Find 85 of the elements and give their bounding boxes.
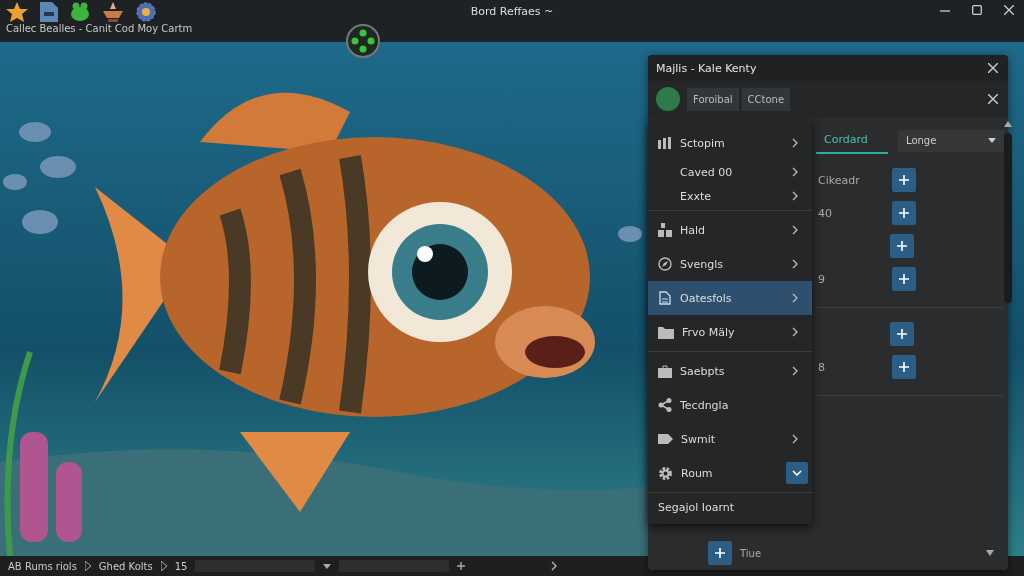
panel-title: Majlis - Kale Kenty [656, 61, 757, 75]
blocks-icon [658, 223, 672, 237]
add-button[interactable] [890, 322, 914, 346]
chevron-right-icon [792, 366, 798, 376]
scrollbar-thumb[interactable] [1004, 133, 1012, 303]
status-text: Ghed Kolts [98, 560, 153, 572]
file-icon[interactable] [40, 2, 58, 22]
plus-icon [896, 240, 908, 252]
caret-icon [988, 138, 996, 143]
tab[interactable]: Cordard [816, 127, 888, 154]
bowl-icon[interactable] [102, 2, 124, 22]
plus-icon [898, 207, 910, 219]
footer-label: Tiue [740, 547, 762, 559]
frog-icon[interactable] [70, 2, 90, 22]
menu-item[interactable]: Saebpts [648, 354, 812, 388]
menu-item[interactable]: Svengls [648, 247, 812, 281]
chevron-down-icon [792, 470, 802, 476]
add-button[interactable] [890, 234, 914, 258]
menu-item[interactable]: Frvo Mäly [648, 315, 812, 349]
columns-icon [658, 137, 672, 149]
document-icon [658, 291, 672, 305]
add-button[interactable] [892, 201, 916, 225]
small-fish [22, 210, 58, 234]
add-button[interactable] [892, 267, 916, 291]
chevron-right-icon [792, 167, 798, 177]
menu-item[interactable]: Swmit [648, 422, 812, 456]
caret-icon[interactable] [323, 563, 332, 569]
avatar [656, 87, 680, 111]
small-fish [618, 226, 642, 242]
gamepad-icon[interactable] [346, 24, 380, 58]
close-icon[interactable] [1004, 5, 1014, 15]
chevron-right-icon [792, 259, 798, 269]
chevron-right-icon [792, 138, 798, 148]
plus-icon[interactable] [457, 562, 466, 570]
close-icon[interactable] [988, 94, 998, 104]
row-label: 8 [817, 360, 826, 374]
small-fish [40, 156, 76, 178]
toolbar-button[interactable]: CCtone [741, 87, 791, 111]
chevron-right-icon [792, 191, 798, 201]
plus-icon [898, 174, 910, 186]
menu-footer[interactable]: Segajol Ioarnt [648, 493, 812, 524]
add-button[interactable] [892, 168, 916, 192]
compass-icon [658, 257, 672, 271]
bag-icon [658, 364, 672, 378]
chevron-right-icon [792, 293, 798, 303]
window-subtitle: Callec Bealles - Canit Cod Moy Cartm [6, 23, 194, 34]
scroll-up-icon[interactable] [1004, 121, 1012, 127]
toolbar-button[interactable]: Foroibal [687, 87, 739, 111]
row-label: Cikeadr [817, 173, 861, 187]
plus-icon [896, 328, 908, 340]
chevron-right-icon [792, 327, 798, 337]
settings-icon [658, 465, 673, 481]
menu-item[interactable]: Hald [648, 213, 812, 247]
folder-icon [658, 325, 674, 339]
dropdown[interactable]: Longe [898, 129, 1004, 152]
menu-item[interactable]: Sctopim [648, 126, 812, 160]
menu-item[interactable]: Caved 00 [648, 160, 812, 184]
chevron-right-icon [551, 561, 558, 571]
status-text: AB Rums riols [8, 560, 77, 572]
menu-item[interactable]: Oatesfols [648, 281, 812, 315]
window-title: Bord Reffaes ~ [470, 4, 554, 18]
flower-icon[interactable] [136, 2, 156, 22]
row-label: 40 [817, 206, 833, 220]
add-button[interactable] [708, 541, 732, 565]
plus-icon [714, 547, 726, 559]
small-fish [3, 174, 27, 190]
chevron-right-icon [792, 225, 798, 235]
chevron-right-icon [792, 434, 798, 444]
play-icon[interactable] [84, 561, 91, 571]
menu-item[interactable]: Roum [648, 456, 812, 490]
close-icon[interactable] [988, 63, 998, 73]
star-icon[interactable] [6, 2, 28, 22]
plus-icon [898, 361, 910, 373]
status-text: 15 [174, 560, 188, 572]
maximize-icon[interactable] [972, 5, 982, 15]
expand-button[interactable] [786, 462, 808, 484]
play-icon[interactable] [160, 561, 167, 571]
tag-icon [658, 433, 673, 445]
plus-icon [898, 273, 910, 285]
small-fish [19, 122, 51, 142]
menu-item[interactable]: Tecdngla [648, 388, 812, 422]
add-button[interactable] [892, 355, 916, 379]
menu-item[interactable]: Exxte [648, 184, 812, 208]
share-icon [658, 398, 672, 412]
row-label: 9 [817, 272, 826, 286]
